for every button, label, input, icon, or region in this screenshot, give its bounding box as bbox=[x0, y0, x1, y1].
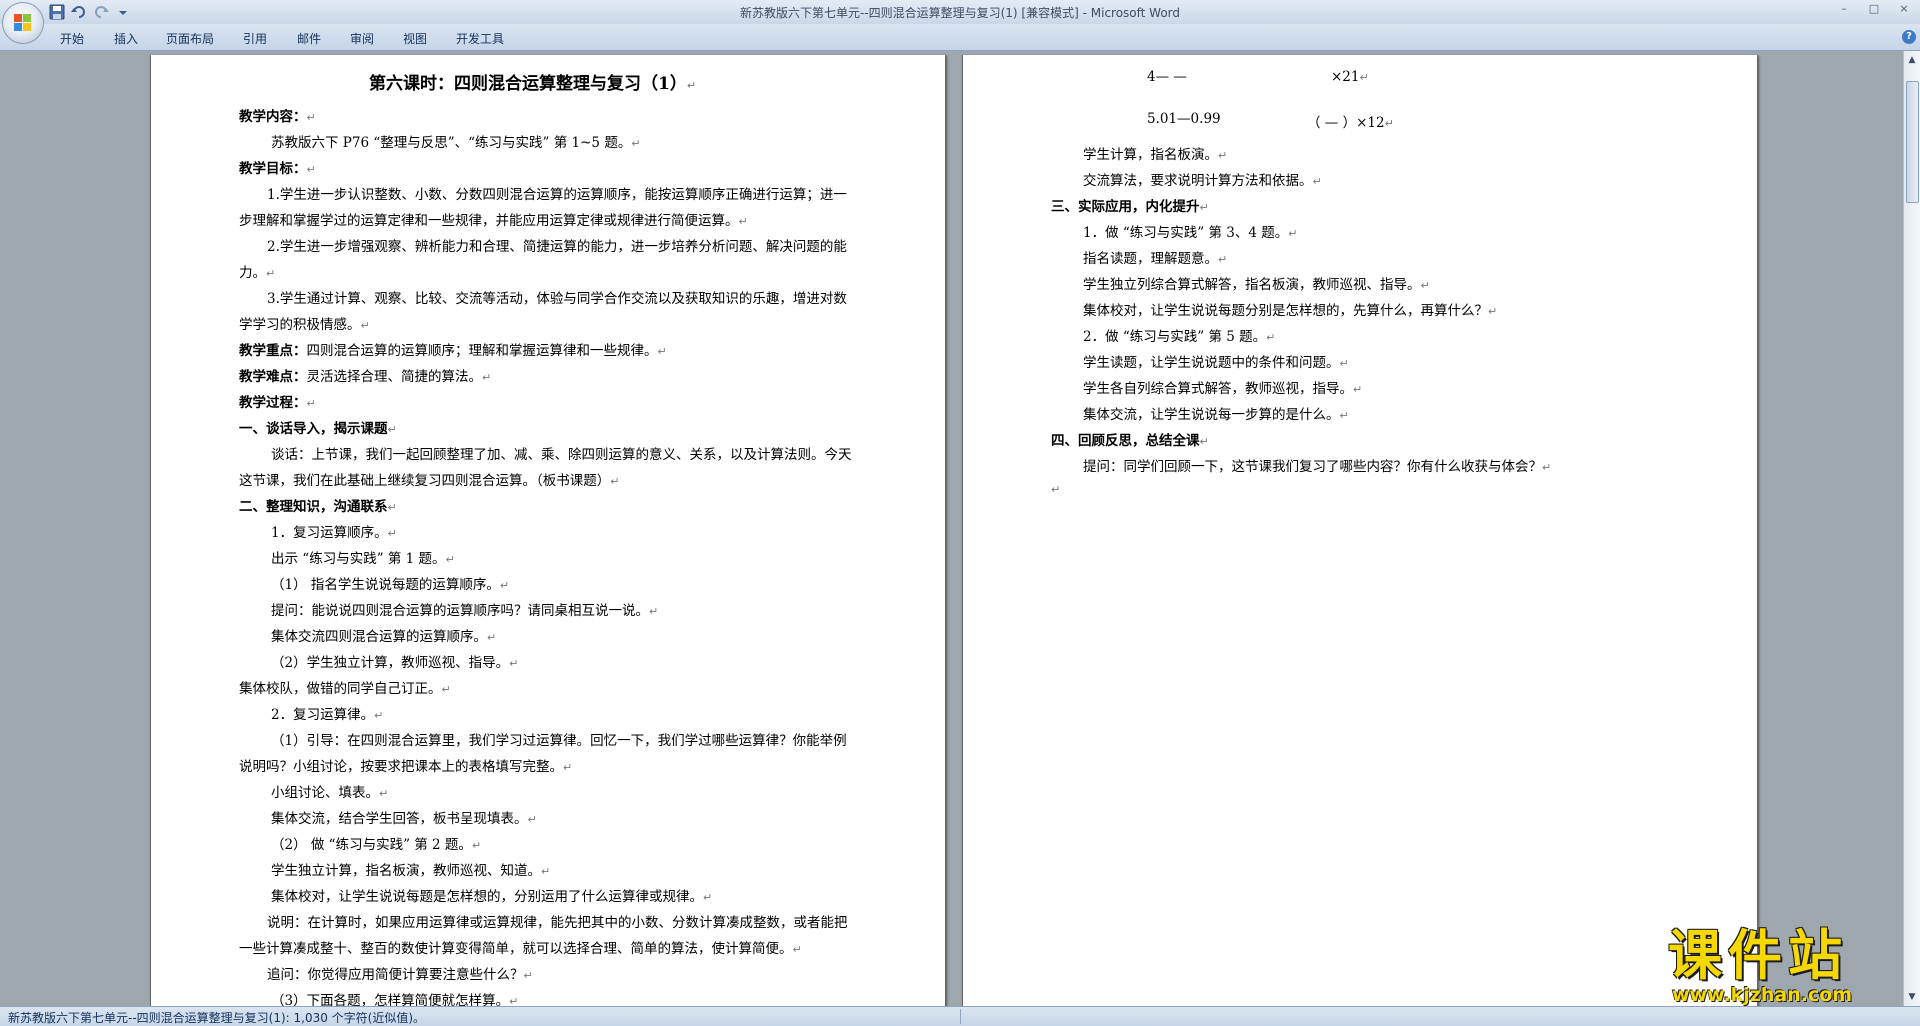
content-line: 力。↵ bbox=[239, 265, 276, 281]
help-icon[interactable]: ? bbox=[1902, 30, 1916, 44]
content-line: 学生各自列综合算式解答，教师巡视，指导。↵ bbox=[1083, 381, 1363, 397]
tab-developer[interactable]: 开发工具 bbox=[456, 30, 504, 47]
scroll-down-icon[interactable]: ▼ bbox=[1905, 990, 1919, 1004]
content-line: （1）引导：在四则混合运算里，我们学习过运算律。回忆一下，我们学过哪些运算律？你… bbox=[271, 733, 847, 749]
tab-page-layout[interactable]: 页面布局 bbox=[166, 30, 214, 47]
scrollbar-thumb[interactable] bbox=[1906, 81, 1919, 203]
content-line: 交流算法，要求说明计算方法和依据。↵ bbox=[1083, 173, 1322, 189]
content-line: 步理解和掌握学过的运算定律和一些规律，并能应用运算定律或规律进行简便运算。↵ bbox=[239, 213, 748, 229]
window-title: 新苏教版六下第七单元--四则混合运算整理与复习(1) [兼容模式] - Micr… bbox=[739, 6, 1181, 20]
content-line: 2．做 “练习与实践” 第 5 题。↵ bbox=[1083, 329, 1276, 345]
tab-view[interactable]: 视图 bbox=[403, 30, 427, 47]
scroll-up-icon[interactable]: ▲ bbox=[1905, 53, 1919, 67]
watermark-url: www.kjzhan.com bbox=[1672, 984, 1853, 1006]
content-line: 指名读题，理解题意。↵ bbox=[1083, 251, 1228, 267]
content-line: 集体交流，结合学生回答，板书呈现填表。↵ bbox=[271, 811, 537, 827]
content-line: 学生计算，指名板演。↵ bbox=[1083, 147, 1228, 163]
office-button[interactable] bbox=[2, 2, 44, 44]
tab-review[interactable]: 审阅 bbox=[350, 30, 374, 47]
content-line: 说明吗？小组讨论，按要求把课本上的表格填写完整。↵ bbox=[239, 759, 573, 775]
minimize-button[interactable]: – bbox=[1832, 2, 1856, 18]
content-line: （2） 做 “练习与实践” 第 2 题。↵ bbox=[271, 837, 482, 853]
content-line: 学生独立列综合算式解答，指名板演，教师巡视、指导。↵ bbox=[1083, 277, 1430, 293]
status-text: 新苏教版六下第七单元--四则混合运算整理与复习(1): 1,030 个字符(近似… bbox=[8, 1011, 426, 1025]
watermark-main-text: 课件站 bbox=[1668, 924, 1848, 987]
content-line: 2.学生进一步增强观察、辨析能力和合理、简捷运算的能力，进一步培养分析问题、解决… bbox=[267, 239, 847, 255]
math-expression: 5.01—0.99 bbox=[1147, 111, 1221, 127]
lesson-title: 第六课时：四则混合运算整理与复习（1）↵ bbox=[369, 74, 697, 94]
content-line: （3）下面各题，怎样算简便就怎样算。↵ bbox=[271, 993, 519, 1006]
close-button[interactable]: × bbox=[1892, 2, 1916, 18]
content-line: 教学重点：四则混合运算的运算顺序；理解和掌握运算律和一些规律。↵ bbox=[239, 343, 667, 359]
title-bar: 新苏教版六下第七单元--四则混合运算整理与复习(1) [兼容模式] - Micr… bbox=[0, 0, 1920, 24]
content-line: 谈话：上节课，我们一起回顾整理了加、减、乘、除四则运算的意义、关系，以及计算法则… bbox=[271, 447, 852, 463]
section-heading: 一、谈话导入，揭示课题↵ bbox=[239, 421, 397, 437]
content-line: 学生读题，让学生说说题中的条件和问题。↵ bbox=[1083, 355, 1349, 371]
watermark-logo: 课件站 www.kjzhan.com bbox=[1668, 924, 1904, 1007]
content-line: 出示 “练习与实践” 第 1 题。↵ bbox=[271, 551, 455, 567]
ribbon-tabs: 开始 插入 页面布局 引用 邮件 审阅 视图 开发工具 ? bbox=[0, 24, 1920, 51]
window-controls: – □ × bbox=[1832, 2, 1916, 18]
tab-mailings[interactable]: 邮件 bbox=[297, 30, 321, 47]
content-line: 1．复习运算顺序。↵ bbox=[271, 525, 397, 541]
section-heading: 教学目标：↵ bbox=[239, 161, 316, 177]
content-line: 集体校对，让学生说说每题分别是怎样想的，先算什么，再算什么？↵ bbox=[1083, 303, 1498, 319]
content-line: 一些计算凑成整十、整百的数使计算变得简单，就可以选择合理、简单的算法，使计算简便… bbox=[239, 941, 802, 957]
content-line: 教学难点：灵活选择合理、简捷的算法。↵ bbox=[239, 369, 492, 385]
content-line: 提问：同学们回顾一下，这节课我们复习了哪些内容？你有什么收获与体会？↵ bbox=[1083, 459, 1552, 475]
content-line: 这节课，我们在此基础上继续复习四则混合运算。（板书课题）↵ bbox=[239, 473, 620, 489]
tab-references[interactable]: 引用 bbox=[243, 30, 267, 47]
content-line: 2．复习运算律。↵ bbox=[271, 707, 384, 723]
math-expression: 4— — bbox=[1147, 69, 1187, 85]
document-page-1: 第六课时：四则混合运算整理与复习（1）↵ 教学内容：↵ 苏教版六下 P76 “整… bbox=[150, 55, 946, 1006]
status-divider bbox=[960, 1009, 961, 1024]
content-line: 说明：在计算时，如果应用运算律或运算规律，能先把其中的小数、分数计算凑成整数，或… bbox=[267, 915, 848, 931]
content-line: 苏教版六下 P76 “整理与反思”、“练习与实践” 第 1~5 题。↵ bbox=[271, 135, 641, 151]
math-expression: ×21↵ bbox=[1331, 69, 1369, 85]
section-heading: 四、回顾反思，总结全课↵ bbox=[1051, 433, 1209, 449]
content-line: 1.学生进一步认识整数、小数、分数四则混合运算的运算顺序，能按运算顺序正确进行运… bbox=[267, 187, 847, 203]
content-line: 集体校队，做错的同学自己订正。↵ bbox=[239, 681, 451, 697]
document-area: 第六课时：四则混合运算整理与复习（1）↵ 教学内容：↵ 苏教版六下 P76 “整… bbox=[0, 51, 1904, 1006]
content-line: （1） 指名学生说说每题的运算顺序。↵ bbox=[271, 577, 510, 593]
empty-paragraph: ↵ bbox=[1051, 483, 1061, 496]
content-line: 追问：你觉得应用简便计算要注意些什么？↵ bbox=[267, 967, 533, 983]
office-logo-icon bbox=[14, 14, 32, 32]
content-line: 集体交流，让学生说说每一步算的是什么。↵ bbox=[1083, 407, 1349, 423]
status-bar: 新苏教版六下第七单元--四则混合运算整理与复习(1): 1,030 个字符(近似… bbox=[0, 1006, 1920, 1026]
content-line: （2）学生独立计算，教师巡视、指导。↵ bbox=[271, 655, 519, 671]
content-line: 小组讨论、填表。↵ bbox=[271, 785, 389, 801]
section-heading: 教学过程：↵ bbox=[239, 395, 316, 411]
content-line: 集体校对，让学生说说每题是怎样想的，分别运用了什么运算律或规律。↵ bbox=[271, 889, 713, 905]
tab-home[interactable]: 开始 bbox=[60, 30, 84, 47]
maximize-button[interactable]: □ bbox=[1862, 2, 1886, 18]
section-heading: 教学内容：↵ bbox=[239, 109, 316, 125]
section-heading: 二、整理知识，沟通联系↵ bbox=[239, 499, 397, 515]
content-line: 学学习的积极情感。↵ bbox=[239, 317, 370, 333]
math-expression: （ — ）×12↵ bbox=[1307, 115, 1394, 131]
content-line: 3.学生通过计算、观察、比较、交流等活动，体验与同学合作交流以及获取知识的乐趣，… bbox=[267, 291, 847, 307]
document-page-2: 4— — ×21↵ 5.01—0.99 （ — ）×12↵ 学生计算，指名板演。… bbox=[962, 55, 1758, 1006]
content-line: 提问：能说说四则混合运算的运算顺序吗？请同桌相互说一说。↵ bbox=[271, 603, 659, 619]
section-heading: 三、实际应用，内化提升↵ bbox=[1051, 199, 1209, 215]
content-line: 1．做 “练习与实践” 第 3、4 题。↵ bbox=[1083, 225, 1298, 241]
content-line: 学生独立计算，指名板演，教师巡视、知道。↵ bbox=[271, 863, 551, 879]
content-line: 集体交流四则混合运算的运算顺序。↵ bbox=[271, 629, 497, 645]
vertical-scrollbar[interactable]: ▲ ▼ bbox=[1903, 51, 1920, 1006]
tab-insert[interactable]: 插入 bbox=[114, 30, 138, 47]
